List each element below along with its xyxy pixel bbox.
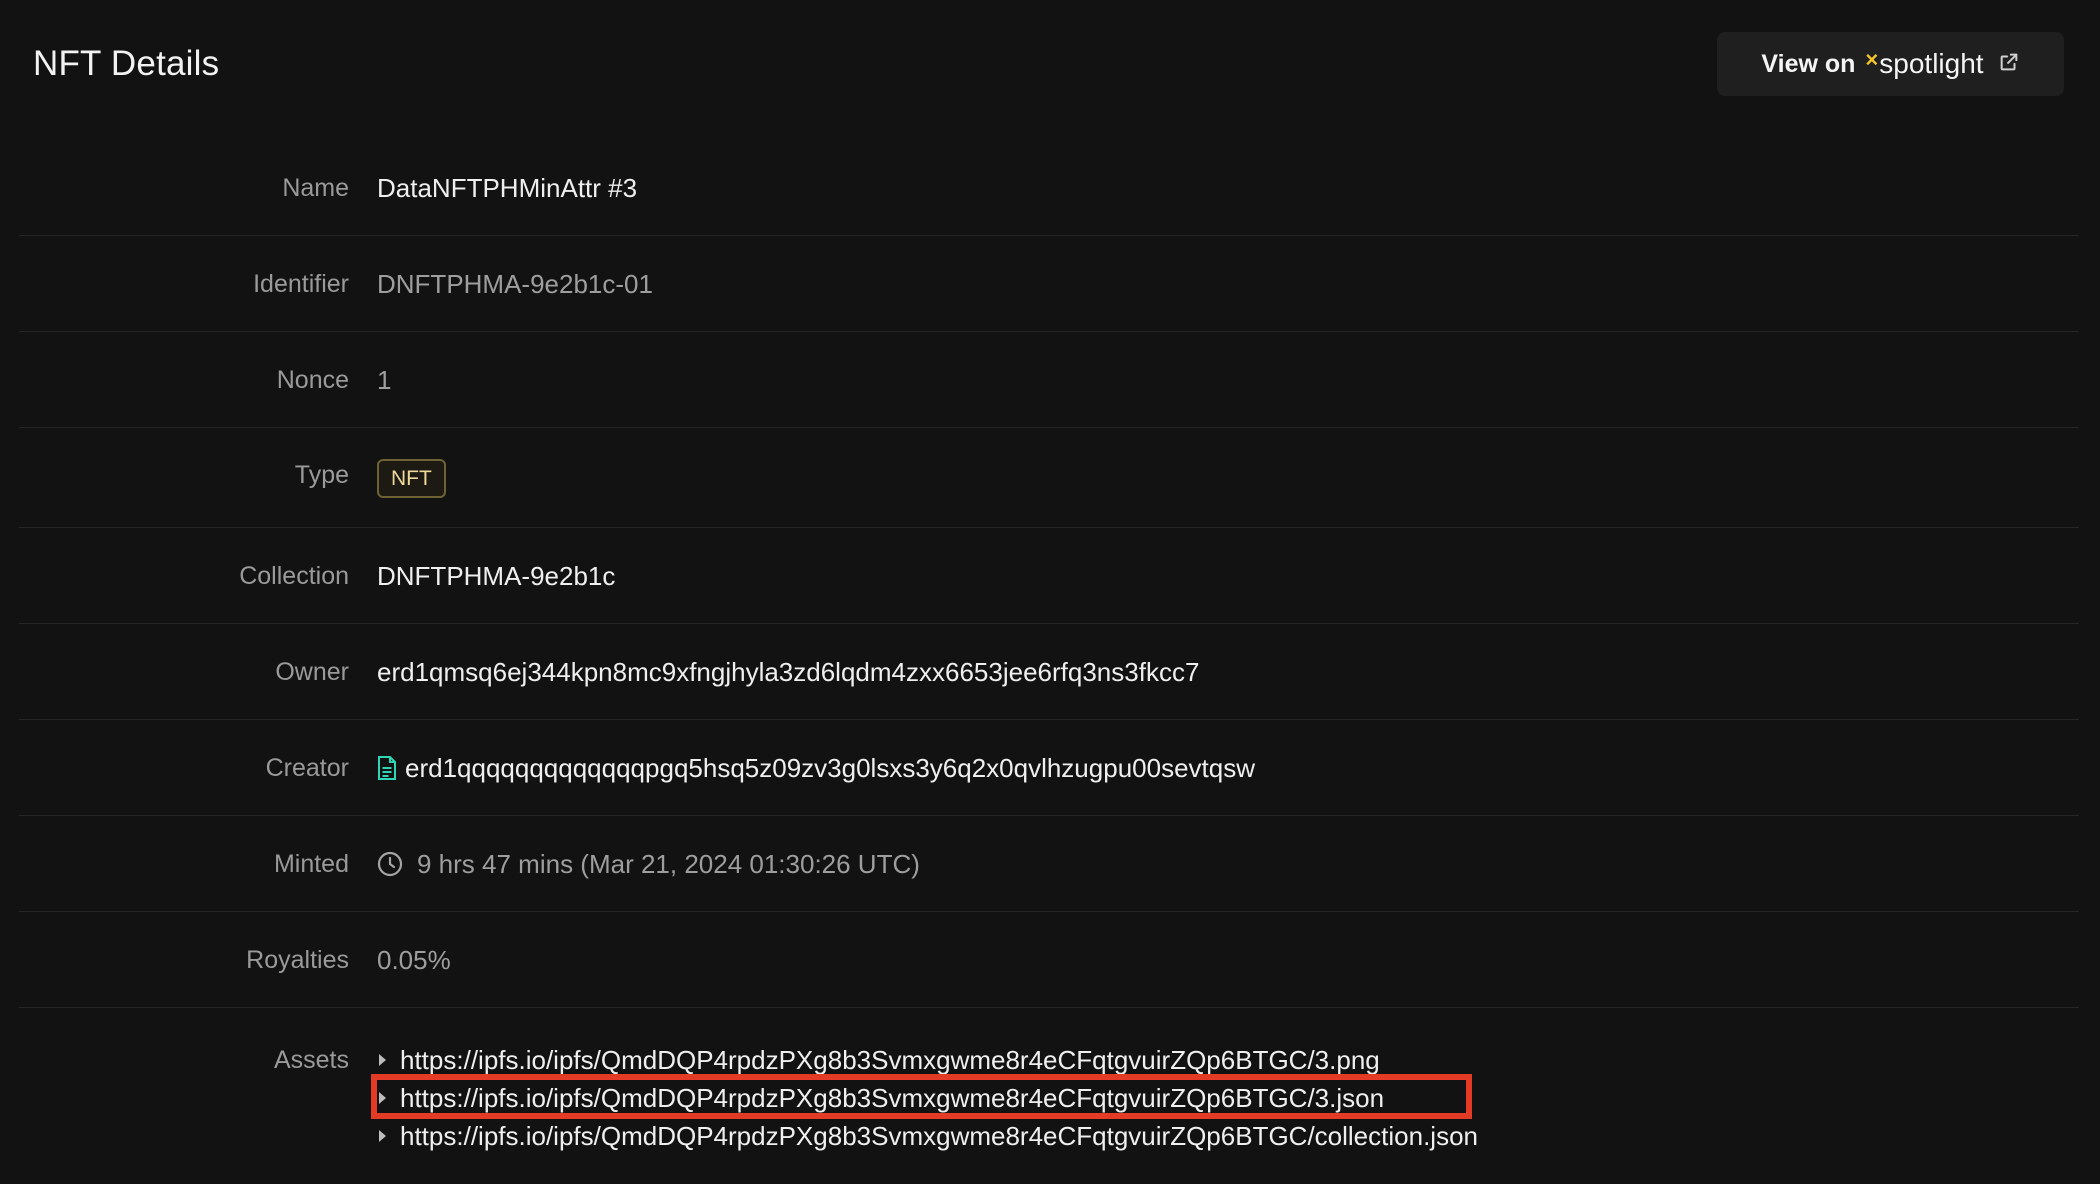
expand-caret-icon[interactable] bbox=[379, 1054, 386, 1066]
detail-row-owner: Owner erd1qmsq6ej344kpn8mc9xfngjhyla3zd6… bbox=[19, 624, 2079, 720]
minted-time-text: 9 hrs 47 mins (Mar 21, 2024 01:30:26 UTC… bbox=[417, 848, 920, 879]
detail-row-name: Name DataNFTPHMinAttr #3 bbox=[19, 140, 2079, 236]
identifier-value: DNFTPHMA-9e2b1c-01 bbox=[377, 268, 653, 299]
detail-row-creator: Creator erd1qqqqqqqqqqqqqpgq5hsq5z09zv3g… bbox=[19, 720, 2079, 816]
creator-value[interactable]: erd1qqqqqqqqqqqqqpgq5hsq5z09zv3g0lsxs3y6… bbox=[377, 720, 1255, 816]
detail-label: Assets bbox=[273, 1046, 349, 1074]
external-link-icon bbox=[1994, 51, 2020, 78]
creator-address-link[interactable]: erd1qqqqqqqqqqqqqpgq5hsq5z09zv3g0lsxs3y6… bbox=[405, 753, 1255, 784]
detail-label: Name bbox=[282, 173, 349, 202]
detail-row-collection: Collection DNFTPHMA-9e2b1c bbox=[19, 528, 2079, 624]
detail-label: Collection bbox=[239, 561, 349, 590]
detail-label: Royalties bbox=[246, 945, 349, 974]
view-on-spotlight-button[interactable]: View on × spotlight bbox=[1717, 32, 2064, 96]
expand-caret-icon[interactable] bbox=[379, 1092, 386, 1104]
owner-address-link[interactable]: erd1qmsq6ej344kpn8mc9xfngjhyla3zd6lqdm4z… bbox=[377, 624, 1199, 720]
page-title: NFT Details bbox=[33, 44, 220, 83]
clock-icon bbox=[377, 851, 403, 877]
asset-url-link[interactable]: https://ipfs.io/ipfs/QmdDQP4rpdzPXg8b3Sv… bbox=[400, 1121, 1478, 1152]
asset-item-collection-json[interactable]: https://ipfs.io/ipfs/QmdDQP4rpdzPXg8b3Sv… bbox=[377, 1117, 1478, 1155]
expand-caret-icon[interactable] bbox=[379, 1130, 386, 1142]
spotlight-mark-icon: × bbox=[1865, 47, 1879, 72]
detail-label: Type bbox=[294, 460, 349, 489]
type-badge: NFT bbox=[377, 458, 446, 498]
detail-row-identifier: Identifier DNFTPHMA-9e2b1c-01 bbox=[19, 236, 2079, 332]
spotlight-brand-text: spotlight bbox=[1879, 48, 1984, 79]
detail-label: Nonce bbox=[276, 365, 349, 394]
detail-label: Creator bbox=[265, 753, 349, 782]
type-value: NFT bbox=[377, 428, 446, 528]
asset-item-png[interactable]: https://ipfs.io/ipfs/QmdDQP4rpdzPXg8b3Sv… bbox=[377, 1041, 1380, 1079]
asset-url-link[interactable]: https://ipfs.io/ipfs/QmdDQP4rpdzPXg8b3Sv… bbox=[400, 1045, 1380, 1076]
nft-name-value: DataNFTPHMinAttr #3 bbox=[377, 172, 638, 203]
detail-row-nonce: Nonce 1 bbox=[19, 332, 2079, 428]
detail-label: Minted bbox=[273, 849, 349, 878]
spotlight-logo: × spotlight bbox=[1865, 47, 1984, 80]
minted-value: 9 hrs 47 mins (Mar 21, 2024 01:30:26 UTC… bbox=[377, 816, 920, 912]
detail-row-royalties: Royalties 0.05% bbox=[19, 912, 2079, 1008]
view-on-label: View on bbox=[1761, 49, 1856, 78]
contract-file-icon bbox=[377, 755, 397, 781]
collection-link[interactable]: DNFTPHMA-9e2b1c bbox=[377, 528, 615, 624]
details-table: Name DataNFTPHMinAttr #3 Identifier DNFT… bbox=[19, 140, 2079, 1008]
detail-row-type: Type NFT bbox=[19, 428, 2079, 528]
detail-label: Owner bbox=[275, 657, 349, 686]
detail-row-assets: Assets https://ipfs.io/ipfs/QmdDQP4rpdzP… bbox=[19, 1012, 2079, 1184]
royalties-value: 0.05% bbox=[377, 944, 451, 975]
asset-item-json[interactable]: https://ipfs.io/ipfs/QmdDQP4rpdzPXg8b3Sv… bbox=[377, 1079, 1384, 1117]
detail-row-minted: Minted 9 hrs 47 mins (Mar 21, 2024 01:30… bbox=[19, 816, 2079, 912]
detail-label: Identifier bbox=[253, 269, 349, 298]
nonce-value: 1 bbox=[377, 364, 392, 395]
asset-url-link[interactable]: https://ipfs.io/ipfs/QmdDQP4rpdzPXg8b3Sv… bbox=[400, 1083, 1384, 1114]
